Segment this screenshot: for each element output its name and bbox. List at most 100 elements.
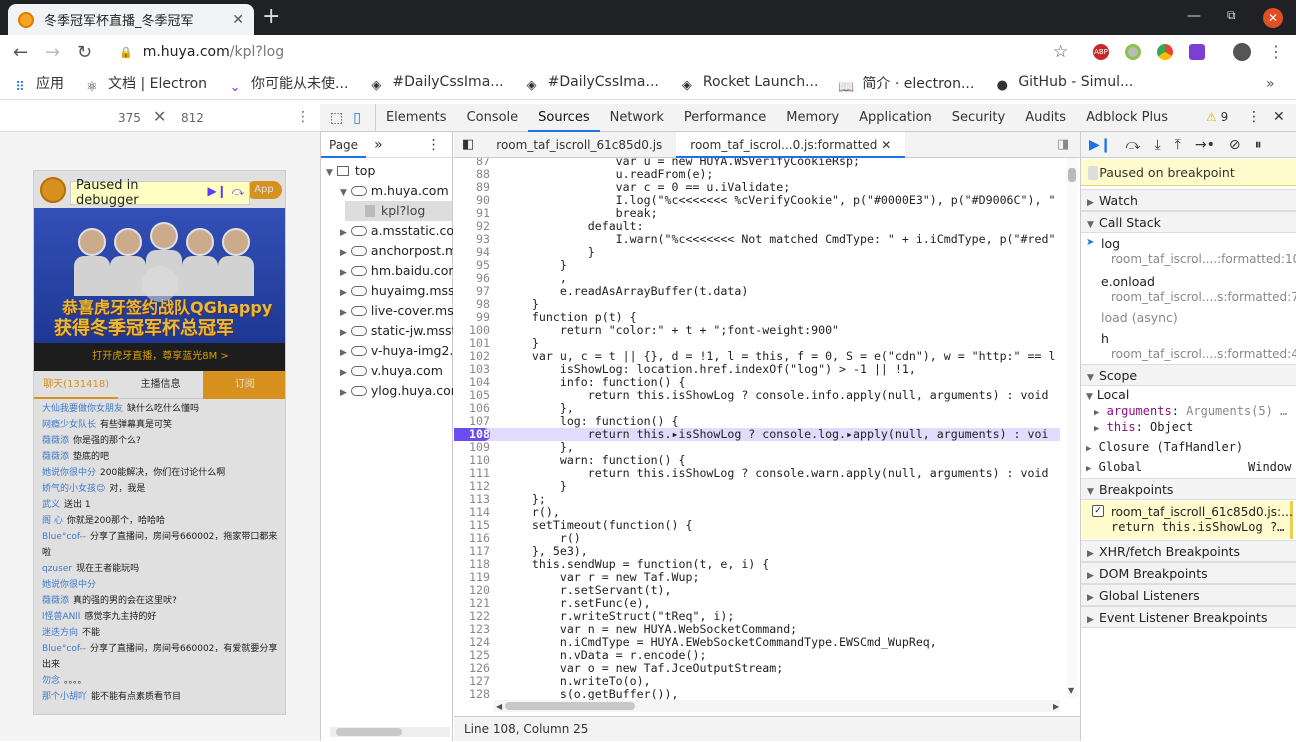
bookmark-item[interactable]: ⚛ 文档 | Electron bbox=[84, 73, 207, 96]
close-tab-icon[interactable]: ✕ bbox=[881, 138, 891, 152]
device-height[interactable]: 812 bbox=[181, 111, 204, 125]
scope-closure[interactable]: ▶ Closure (TafHandler) bbox=[1086, 440, 1243, 454]
section-event-listener-breakpoints[interactable]: ▶ Event Listener Breakpoints bbox=[1081, 606, 1296, 628]
bookmark-item[interactable]: ⌄ 你可能从未使... bbox=[227, 73, 349, 96]
code-line[interactable]: 97 e.readAsArrayBuffer(t.data) bbox=[454, 285, 1060, 298]
bookmark-star-icon[interactable]: ☆ bbox=[1053, 42, 1068, 62]
navigator-item[interactable]: ▶ static-jw.msstatic.com bbox=[340, 321, 453, 341]
devtools-tab-performance[interactable]: Performance bbox=[674, 104, 776, 132]
section-global-listeners[interactable]: ▶ Global Listeners bbox=[1081, 584, 1296, 606]
device-width[interactable]: 375 bbox=[118, 111, 141, 125]
step-over-icon[interactable]: ⤼ bbox=[1126, 137, 1141, 153]
bookmark-item[interactable]: 📖 简介 · electron... bbox=[838, 73, 974, 96]
devtools-tab-elements[interactable]: Elements bbox=[376, 104, 457, 132]
minimize-icon[interactable]: — bbox=[1187, 8, 1201, 24]
navigator-item[interactable]: ▶ hm.baidu.com bbox=[340, 261, 453, 281]
navigator-item[interactable]: ▶ huyaimg.msstatic.com bbox=[340, 281, 453, 301]
navigator-item[interactable]: kpl?log bbox=[345, 201, 452, 221]
tab-page[interactable]: Page bbox=[321, 132, 367, 158]
navigator-menu-icon[interactable]: ⋮ bbox=[427, 137, 441, 153]
stack-frame-fn[interactable]: log bbox=[1101, 236, 1120, 251]
scope-this[interactable]: ▶ this: Object bbox=[1094, 420, 1193, 434]
url-omnibox[interactable]: 🔒 m.huya.com/kpl?log bbox=[105, 39, 1085, 65]
browser-tab[interactable]: 冬季冠军杯直播_冬季冠军 ✕ bbox=[8, 4, 254, 35]
devtools-tab-sources[interactable]: Sources bbox=[528, 104, 600, 132]
devtools-menu-icon[interactable]: ⋮ bbox=[1247, 109, 1261, 125]
forward-icon[interactable]: → bbox=[45, 42, 60, 63]
scope-local[interactable]: ▼ Local bbox=[1086, 387, 1129, 402]
step-over-icon[interactable]: ⤼ bbox=[232, 184, 249, 202]
devtools-close-icon[interactable]: ✕ bbox=[1273, 109, 1285, 125]
code-editor[interactable]: 87 var u = new HUYA.WSVerifyCookieRsp; 88… bbox=[454, 158, 1080, 700]
step-icon[interactable]: →• bbox=[1195, 137, 1215, 153]
scroll-right-icon[interactable]: ▶ bbox=[1053, 702, 1059, 711]
more-bookmarks-icon[interactable]: » bbox=[1266, 76, 1275, 92]
editor-tab-formatted[interactable]: room_taf_iscrol...0.js:formatted ✕ bbox=[676, 131, 906, 158]
scroll-down-icon[interactable]: ▼ bbox=[1068, 686, 1074, 695]
inspect-element-icon[interactable]: ⬚ bbox=[320, 104, 349, 132]
devtools-tab-console[interactable]: Console bbox=[457, 104, 529, 132]
scope-global[interactable]: ▶ Global bbox=[1086, 460, 1142, 474]
bookmark-item[interactable]: ◈ #DailyCssIma... bbox=[524, 74, 659, 94]
chrome-menu-icon[interactable]: ⋮ bbox=[1268, 42, 1284, 61]
devtools-tab-network[interactable]: Network bbox=[600, 104, 674, 132]
step-into-icon[interactable]: ⤓ bbox=[1154, 137, 1160, 153]
bookmark-item[interactable]: ◈ #DailyCssIma... bbox=[368, 74, 503, 94]
bookmark-item[interactable]: ◈ Rocket Launch... bbox=[679, 74, 819, 94]
toggle-navigator-icon[interactable]: ◧ bbox=[454, 137, 482, 152]
toggle-debugger-icon[interactable]: ◨ bbox=[1057, 137, 1069, 152]
navigator-item[interactable]: ▼ m.huya.com bbox=[340, 181, 453, 201]
navigator-item[interactable]: ▶ anchorpost.msstatic.com bbox=[340, 241, 453, 261]
code-line[interactable]: 128 s(o.getBuffer()), bbox=[454, 688, 1060, 701]
section-xhr-breakpoints[interactable]: ▶ XHR/fetch Breakpoints bbox=[1081, 540, 1296, 562]
breakpoint-checkbox[interactable]: ✓ bbox=[1092, 505, 1104, 517]
line-number[interactable]: 128 bbox=[454, 688, 490, 701]
navigator-item[interactable]: ▶ a.msstatic.com bbox=[340, 221, 453, 241]
chrome-extension-icon[interactable] bbox=[1157, 44, 1173, 60]
navigator-item[interactable]: ▶ ylog.huya.com bbox=[340, 381, 453, 401]
scope-arguments[interactable]: ▶ arguments: Arguments(5) … bbox=[1094, 404, 1287, 418]
more-tabs-icon[interactable]: » bbox=[374, 137, 383, 153]
stack-frame-loc[interactable]: room_taf_iscrol....s:formatted:45 bbox=[1111, 347, 1296, 361]
close-tab-icon[interactable]: ✕ bbox=[232, 12, 244, 28]
warning-counter[interactable]: ⚠ 9 bbox=[1206, 110, 1228, 124]
section-dom-breakpoints[interactable]: ▶ DOM Breakpoints bbox=[1081, 562, 1296, 584]
scroll-left-icon[interactable]: ◀ bbox=[496, 702, 502, 711]
code-line[interactable]: 100 return "color:" + t + ";font-weight:… bbox=[454, 324, 1060, 337]
section-scope[interactable]: ▼ Scope bbox=[1081, 364, 1296, 386]
navigator-item[interactable]: ▼ top bbox=[326, 161, 453, 181]
resume-icon[interactable]: ▶❙ bbox=[208, 184, 227, 202]
stack-frame-loc[interactable]: room_taf_iscrol....:formatted:108 bbox=[1111, 252, 1296, 266]
device-toggle-icon[interactable]: ▯ bbox=[349, 103, 376, 132]
resume-icon[interactable]: ▶❙ bbox=[1089, 137, 1112, 153]
breakpoint-file[interactable]: room_taf_iscroll_61c85d0.js:… bbox=[1111, 505, 1293, 519]
navigator-item[interactable]: ▶ live-cover.msstatic.com bbox=[340, 301, 453, 321]
deactivate-breakpoints-icon[interactable]: ⊘ bbox=[1229, 137, 1241, 153]
bookmark-item[interactable]: ⠿ 应用 bbox=[12, 73, 64, 96]
new-tab-icon[interactable]: + bbox=[262, 6, 280, 28]
section-breakpoints[interactable]: ▼ Breakpoints bbox=[1081, 478, 1296, 500]
stack-frame-fn[interactable]: e.onload bbox=[1101, 274, 1155, 289]
section-watch[interactable]: ▶ Watch bbox=[1081, 189, 1296, 211]
purple-extension-icon[interactable] bbox=[1189, 44, 1205, 60]
step-out-icon[interactable]: ⤒ bbox=[1175, 137, 1181, 153]
navigator-item[interactable]: ▶ v-huya-img2.msstatic.com bbox=[340, 341, 453, 361]
devtools-tab-application[interactable]: Application bbox=[849, 104, 942, 132]
stack-frame-fn[interactable]: h bbox=[1101, 331, 1109, 346]
devtools-tab-memory[interactable]: Memory bbox=[776, 104, 849, 132]
navigator-item[interactable]: ▶ v.huya.com bbox=[340, 361, 453, 381]
adblock-plus-icon[interactable]: ABP bbox=[1093, 44, 1109, 60]
devtools-tab-adblock-plus[interactable]: Adblock Plus bbox=[1076, 104, 1178, 132]
bookmark-item[interactable]: ● GitHub - Simul... bbox=[994, 74, 1134, 94]
navigator-hscroll[interactable] bbox=[330, 727, 450, 737]
reload-icon[interactable]: ↻ bbox=[77, 42, 92, 63]
section-call-stack[interactable]: ▼ Call Stack bbox=[1081, 211, 1296, 233]
editor-tab-source[interactable]: room_taf_iscroll_61c85d0.js bbox=[482, 132, 676, 158]
stack-frame-loc[interactable]: room_taf_iscrol....s:formatted:79 bbox=[1111, 290, 1296, 304]
window-close-icon[interactable]: ✕ bbox=[1263, 8, 1283, 28]
editor-vscroll-thumb[interactable] bbox=[1068, 168, 1076, 182]
restore-icon[interactable]: ⧉ bbox=[1227, 8, 1236, 23]
devtools-tab-security[interactable]: Security bbox=[942, 104, 1015, 132]
pause-on-exceptions-icon[interactable]: ⏸ bbox=[1255, 137, 1262, 153]
profile-avatar-icon[interactable] bbox=[1233, 43, 1251, 61]
